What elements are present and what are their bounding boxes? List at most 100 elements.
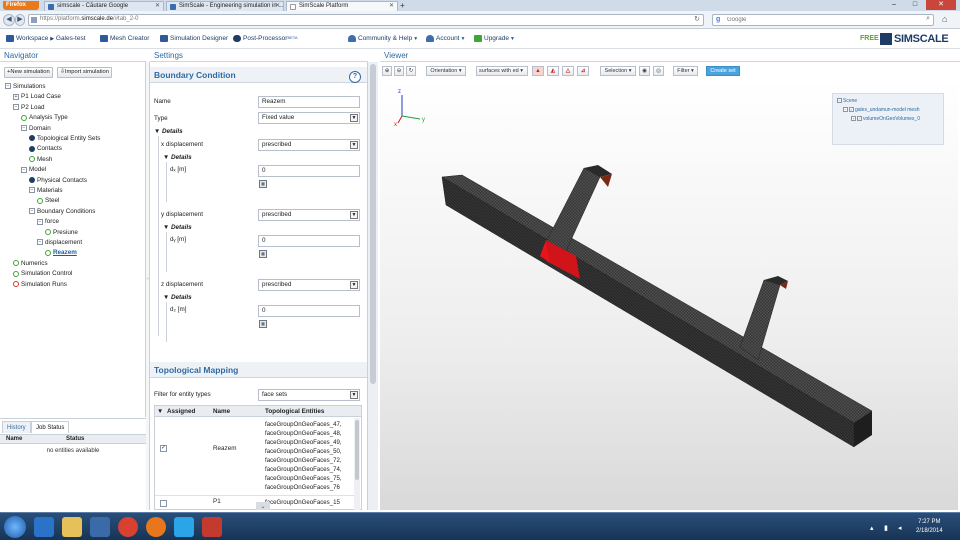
tree-item[interactable]: Physical Contacts [29,176,87,186]
select-face-icon[interactable]: ◭ [547,66,559,76]
tree-item[interactable]: Presiune [45,228,78,238]
search-input[interactable] [727,15,917,25]
tree-item[interactable]: − force [37,217,59,227]
back-arrow-icon[interactable]: ◀ [3,14,15,26]
col-assigned[interactable]: Assigned [167,406,195,417]
calculator-icon[interactable]: ▦ [259,250,267,258]
skype-icon[interactable] [174,517,194,537]
hide-eye-icon[interactable]: ◎ [653,66,664,76]
scene-root[interactable]: − Scene [837,98,857,104]
system-clock[interactable]: 7:27 PM 2/18/2014 [916,518,943,536]
minimize-button[interactable]: – [884,0,904,10]
forward-arrow-icon[interactable]: ▶ [15,14,25,26]
calculator-icon[interactable]: ▦ [259,320,267,328]
internet-explorer-icon[interactable] [34,517,54,537]
chrome-icon[interactable] [118,517,138,537]
dz-field[interactable]: 0 [258,305,360,317]
calculator-icon[interactable]: ▦ [259,180,267,188]
orientation-menu[interactable]: Orientation ▾ [426,66,466,76]
table-scrollbar[interactable] [354,418,360,510]
eye-icon[interactable]: ◉ [639,66,650,76]
collapse-icon[interactable]: − [5,83,11,90]
collapse-icon[interactable]: − [37,239,43,246]
tree-item[interactable]: − displacement [37,238,82,248]
zoom-in-icon[interactable]: ⊕ [382,66,392,76]
reload-icon[interactable]: ↻ [694,15,700,23]
google-search-icon[interactable]: g [716,16,720,23]
col-name[interactable]: Name [213,406,230,417]
browser-tab-simscale-platform[interactable]: SimScale Platform ✕ [286,1,398,11]
tree-item[interactable]: Simulation Control [13,269,72,279]
col-entities[interactable]: Topological Entities [265,406,324,417]
tray-arrow-icon[interactable]: ▴ [870,524,874,532]
z-details-toggle[interactable]: ▼ Details [163,294,192,301]
browser-tab-google[interactable]: simscale - Căutare Google ✕ [44,1,164,11]
assigned-checkbox[interactable]: ✓ [160,445,167,452]
collapse-icon[interactable]: − [13,104,19,111]
create-set-button[interactable]: Create set [706,66,740,76]
collapse-icon[interactable]: − [29,208,35,215]
visibility-checkbox[interactable]: ✓ [857,116,862,122]
mesh-creator-button[interactable]: Mesh Creator [100,35,149,42]
scroll-down-button[interactable]: ⌄ [256,502,270,510]
tree-item[interactable]: − Domain [21,124,51,134]
file-explorer-icon[interactable] [62,517,82,537]
simulation-designer-button[interactable]: Simulation Designer [160,35,228,42]
expander-icon[interactable]: − [843,107,848,113]
volume-icon[interactable]: ◂ [898,524,902,532]
scroll-thumb[interactable] [370,64,376,384]
browser-tab-simscale-site[interactable]: SimScale - Engineering simulation in ...… [166,1,284,11]
tree-item[interactable]: − Boundary Conditions [29,207,95,217]
tree-item[interactable]: Reazem [45,248,77,258]
new-tab-button[interactable]: + [400,1,405,10]
community-help-menu[interactable]: Community & Help▼ [348,35,418,42]
expand-icon[interactable]: + [13,93,19,100]
expander-icon[interactable]: + [851,116,856,122]
tree-item[interactable]: Numerics [13,259,48,269]
filter-select[interactable]: face sets ▼ [258,389,360,401]
tree-item[interactable]: Simulation Runs [13,280,67,290]
close-tab-icon[interactable]: ✕ [275,2,280,11]
tree-item[interactable]: Topological Entity Sets [29,134,100,144]
close-window-button[interactable]: ✕ [926,0,956,10]
dx-field[interactable]: 0 [258,165,360,177]
3d-viewport[interactable]: z y x − Scene − ✓ gales_undamun-model me… [380,79,958,510]
account-menu[interactable]: Account▼ [426,35,465,42]
scene-mesh-item[interactable]: − ✓ gales_undamun-model mesh [843,107,919,113]
url-bar[interactable]: https://platform.simscale.de/#tab_2-0 ↻ [28,14,704,26]
network-icon[interactable]: ▮ [884,524,888,532]
collapse-icon[interactable]: − [37,218,43,225]
tree-item[interactable]: Mesh [29,155,52,165]
details-toggle[interactable]: ▼ Details [154,128,183,135]
selection-menu[interactable]: Selection ▾ [600,66,636,76]
select-volume-icon[interactable]: ▲ [532,66,544,76]
tab-job-status[interactable]: Job Status [31,421,70,433]
sort-arrow-icon[interactable]: ▼ [157,406,163,417]
start-button[interactable] [4,516,26,538]
x-details-toggle[interactable]: ▼ Details [163,154,192,161]
tree-item[interactable]: Contacts [29,144,62,154]
firefox-icon[interactable] [146,517,166,537]
maximize-button[interactable]: □ [905,0,925,10]
new-simulation-button[interactable]: +New simulation [4,67,53,78]
tree-item[interactable]: − Model [21,165,46,175]
firefox-menu-button[interactable]: Firefox [3,1,39,10]
render-mode-select[interactable]: surfaces with ed ▾ [476,66,528,76]
y-details-toggle[interactable]: ▼ Details [163,224,192,231]
collapse-icon[interactable]: − [21,124,27,131]
site-identity-icon[interactable] [31,17,37,23]
tree-item[interactable]: − Simulations [5,82,46,92]
y-displacement-select[interactable]: prescribed ▼ [258,209,360,221]
tree-item[interactable]: + P1 Load Case [13,92,61,102]
reset-view-icon[interactable]: ↻ [406,66,416,76]
assigned-checkbox[interactable] [160,500,167,507]
tab-history[interactable]: History [2,421,31,433]
dy-field[interactable]: 0 [258,235,360,247]
name-field[interactable]: Reazem [258,96,360,108]
tree-item[interactable]: Analysis Type [21,113,68,123]
z-displacement-select[interactable]: prescribed ▼ [258,279,360,291]
project-link[interactable]: Gales-test [56,35,86,42]
expander-icon[interactable]: − [837,98,842,104]
acrobat-icon[interactable] [202,517,222,537]
post-processor-button[interactable]: Post-ProcessorBETA [233,35,298,42]
